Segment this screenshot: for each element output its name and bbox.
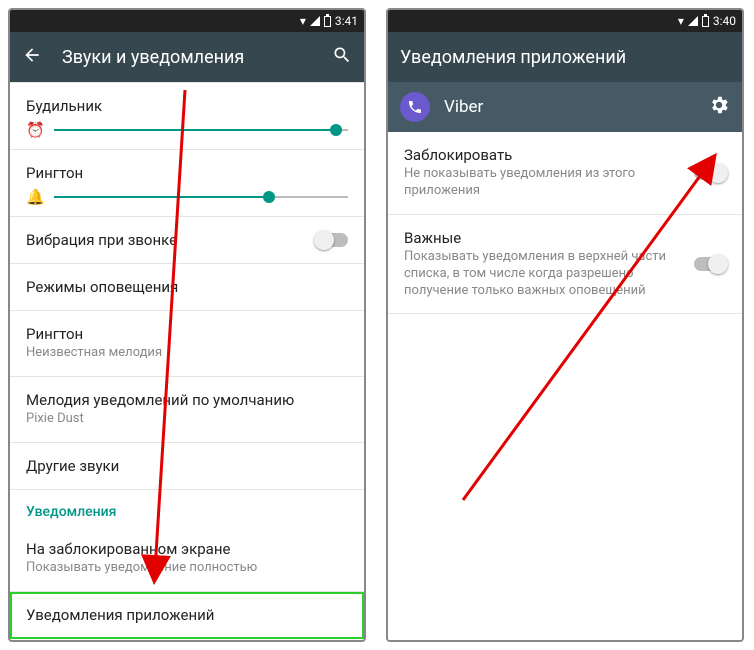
wifi-icon: ▾ xyxy=(300,14,306,28)
important-toggle[interactable] xyxy=(694,257,726,271)
battery-icon xyxy=(324,16,331,27)
default-notif-label: Мелодия уведомлений по умолчанию xyxy=(26,391,348,409)
appbar-title: Уведомления приложений xyxy=(400,47,626,68)
alert-modes-item[interactable]: Режимы оповещения xyxy=(10,264,364,311)
block-item[interactable]: Заблокировать Не показывать уведомления … xyxy=(388,132,742,215)
app-notifications-label: Уведомления приложений xyxy=(26,606,348,624)
status-time: 3:41 xyxy=(335,14,358,28)
lockscreen-label: На заблокированном экране xyxy=(26,540,348,558)
vibrate-label: Вибрация при звонке xyxy=(26,231,348,249)
vibrate-toggle[interactable] xyxy=(316,233,348,247)
gear-icon[interactable] xyxy=(708,94,730,121)
alarm-icon: ⏰ xyxy=(26,121,44,139)
other-sounds-item[interactable]: Другие звуки xyxy=(10,443,364,490)
app-subheader: Viber xyxy=(388,82,742,132)
notifications-section-header: Уведомления xyxy=(10,490,364,526)
alarm-volume-item[interactable]: Будильник ⏰ xyxy=(10,82,364,150)
signal-icon xyxy=(310,16,320,26)
important-sub: Показывать уведомления в верхней части с… xyxy=(404,249,678,300)
bell-icon: 🔔 xyxy=(26,188,44,206)
block-toggle[interactable] xyxy=(694,166,726,180)
search-icon[interactable] xyxy=(332,45,352,70)
lockscreen-item[interactable]: На заблокированном экране Показывать уве… xyxy=(10,526,364,592)
app-bar: Звуки и уведомления xyxy=(10,32,364,82)
appbar-title: Звуки и уведомления xyxy=(62,47,244,68)
settings-list: Будильник ⏰ Рингтон 🔔 Вибрация при звонк… xyxy=(10,82,364,640)
block-label: Заблокировать xyxy=(404,146,678,164)
important-label: Важные xyxy=(404,229,678,247)
ringtone-item[interactable]: Рингтон Неизвестная мелодия xyxy=(10,311,364,377)
ringtone-label: Рингтон xyxy=(26,325,348,343)
viber-icon xyxy=(400,92,430,122)
access-item[interactable]: Доступ к уведомлениям xyxy=(10,639,364,640)
default-notification-item[interactable]: Мелодия уведомлений по умолчанию Pixie D… xyxy=(10,377,364,443)
phone-right: ▾ 3:40 Уведомления приложений Viber Забл… xyxy=(386,8,744,642)
lockscreen-sub: Показывать уведомление полностью xyxy=(26,560,348,577)
ringtone-sound-label: Рингтон xyxy=(26,164,348,182)
status-time: 3:40 xyxy=(713,14,736,28)
block-sub: Не показывать уведомления из этого прило… xyxy=(404,166,678,200)
modes-label: Режимы оповещения xyxy=(26,278,348,296)
app-bar: Уведомления приложений xyxy=(388,32,742,82)
ringtone-sub: Неизвестная мелодия xyxy=(26,345,348,362)
wifi-icon: ▾ xyxy=(678,14,684,28)
other-sounds-label: Другие звуки xyxy=(26,457,348,475)
back-icon[interactable] xyxy=(22,45,42,70)
alarm-label: Будильник xyxy=(26,97,348,115)
settings-list: Заблокировать Не показывать уведомления … xyxy=(388,132,742,640)
default-notif-sub: Pixie Dust xyxy=(26,411,348,428)
vibrate-item[interactable]: Вибрация при звонке xyxy=(10,217,364,264)
status-bar: ▾ 3:40 xyxy=(388,10,742,32)
alarm-slider[interactable] xyxy=(54,129,348,131)
phone-left: ▾ 3:41 Звуки и уведомления Будильник ⏰ Р xyxy=(8,8,366,642)
signal-icon xyxy=(688,16,698,26)
important-item[interactable]: Важные Показывать уведомления в верхней … xyxy=(388,215,742,315)
app-notifications-item[interactable]: Уведомления приложений xyxy=(10,592,364,639)
app-name: Viber xyxy=(444,97,483,117)
status-bar: ▾ 3:41 xyxy=(10,10,364,32)
ringtone-volume-item[interactable]: Рингтон 🔔 xyxy=(10,150,364,217)
battery-icon xyxy=(702,16,709,27)
ringtone-slider[interactable] xyxy=(54,196,348,198)
